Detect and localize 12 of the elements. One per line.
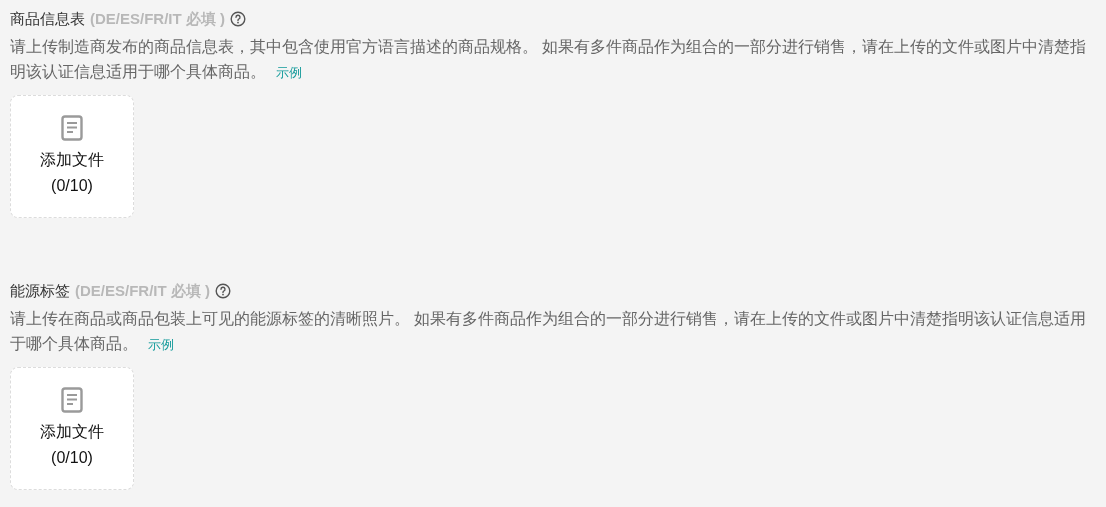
- section-title: 能源标签: [10, 281, 70, 301]
- section-description: 请上传在商品或商品包装上可见的能源标签的清晰照片。 如果有多件商品作为组合的一部分进行销售，请在上传的文件或图片中清楚指明该认证信息适用于哪个具体商品。 示例: [10, 309, 1088, 354]
- help-icon[interactable]: [215, 283, 231, 299]
- required-note: (DE/ES/FR/IT 必填 ): [90, 9, 225, 29]
- add-file-button[interactable]: 添加文件 (0/10): [10, 367, 134, 490]
- section-description: 请上传制造商发布的商品信息表，其中包含使用官方语言描述的商品规格。 如果有多件商品作为组合的一部分进行销售，请在上传的文件或图片中清楚指明该认证信息适用于哪个具体商品。 示例: [10, 37, 1088, 82]
- help-icon[interactable]: [230, 11, 246, 27]
- section-title: 商品信息表: [10, 9, 85, 29]
- required-note: (DE/ES/FR/IT 必填 ): [75, 281, 210, 301]
- add-file-button[interactable]: 添加文件 (0/10): [10, 95, 134, 218]
- document-icon: [61, 114, 83, 141]
- document-icon: [61, 386, 83, 413]
